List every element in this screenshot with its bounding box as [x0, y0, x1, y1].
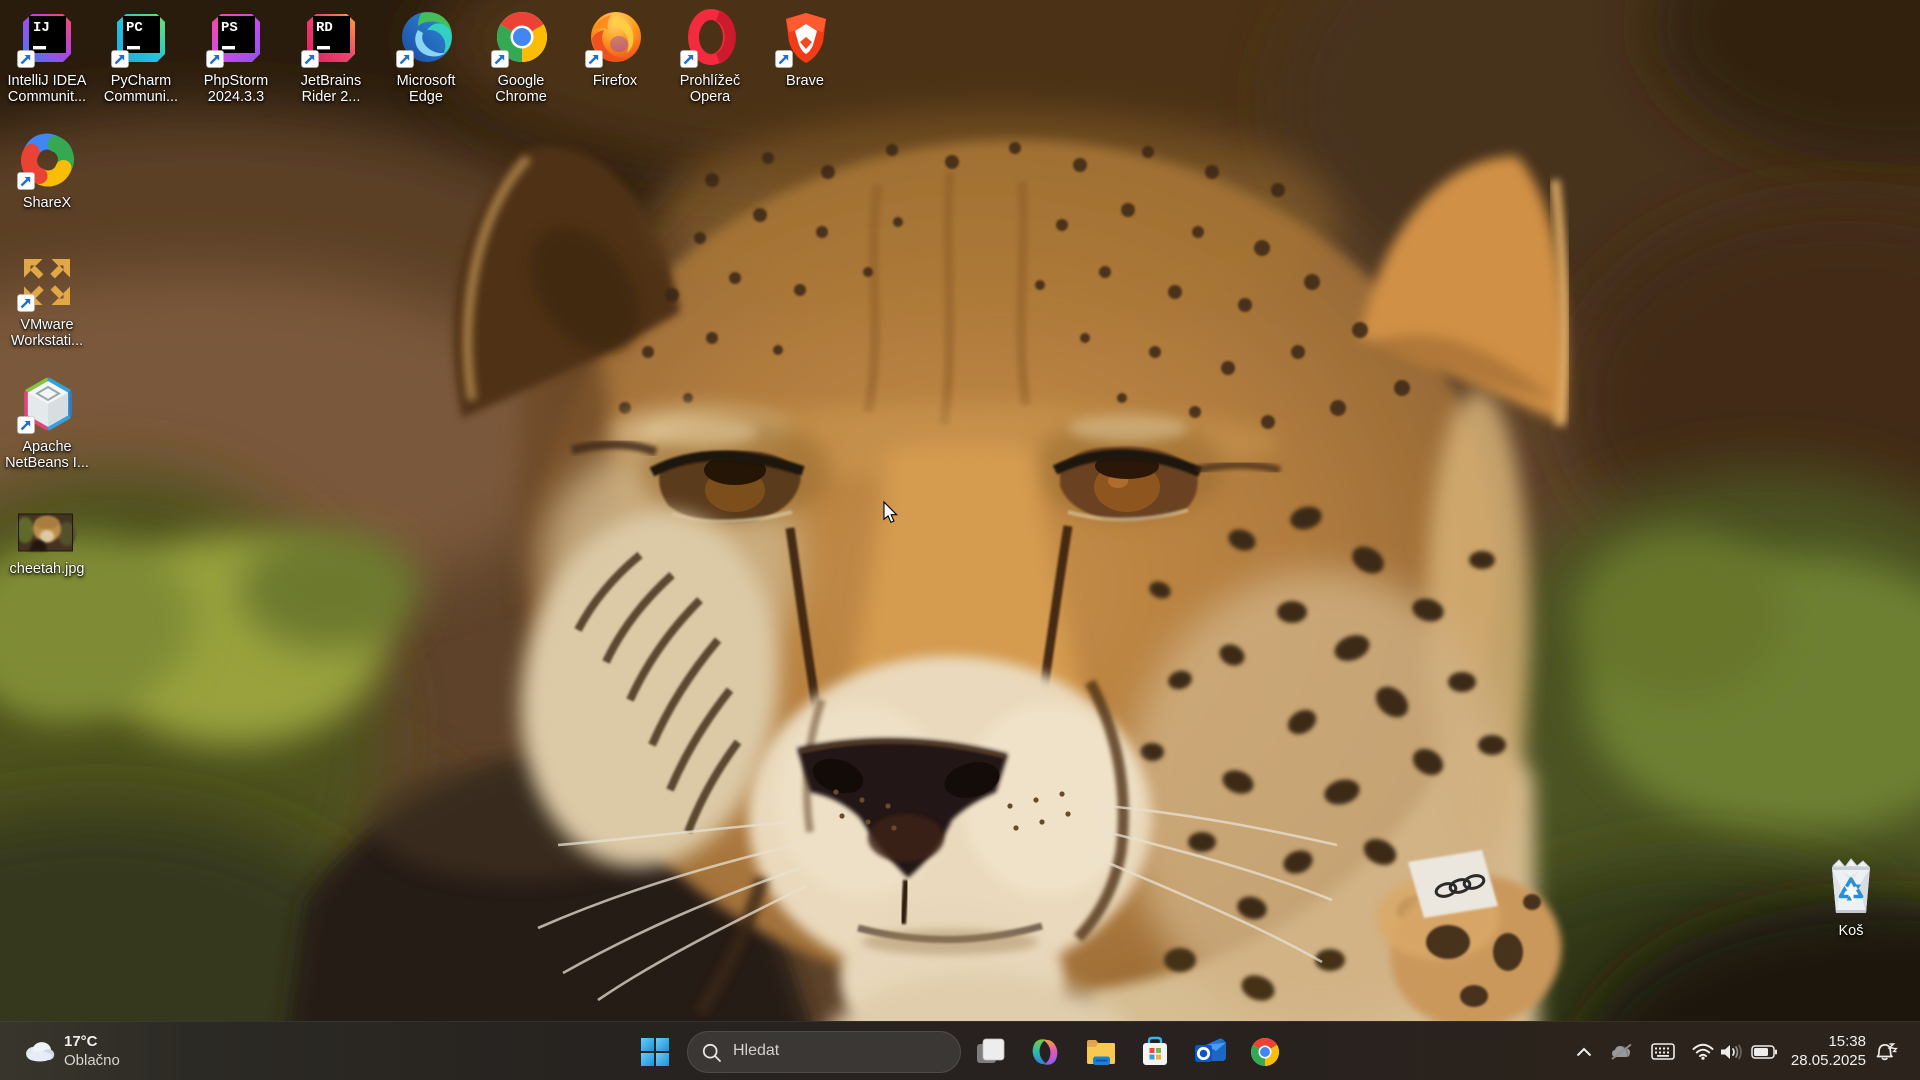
svg-text:IJ: IJ: [33, 20, 50, 36]
svg-text:PC: PC: [126, 20, 143, 36]
svg-text:RD: RD: [316, 20, 333, 36]
svg-text:PS: PS: [221, 20, 238, 36]
